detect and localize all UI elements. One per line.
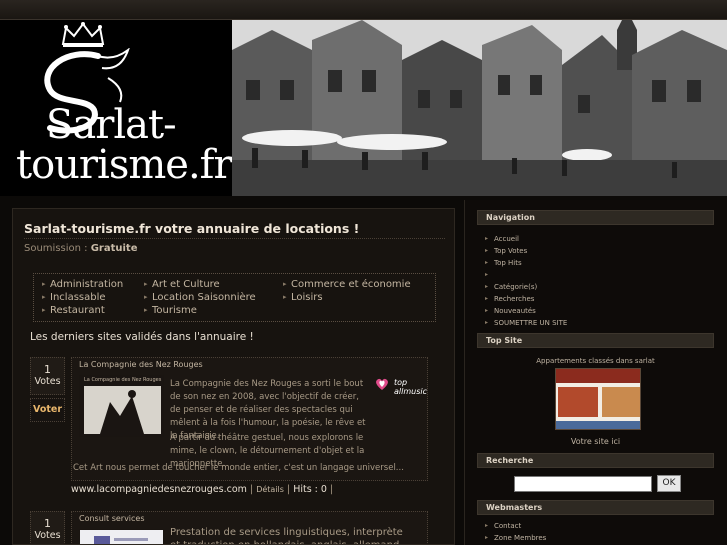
category-link[interactable]: Location Saisonnière bbox=[144, 292, 256, 303]
nav-item-home[interactable]: Accueil bbox=[485, 235, 519, 243]
navigation-heading: Navigation bbox=[477, 210, 714, 225]
town-square-illustration bbox=[232, 20, 727, 196]
vote-count: 1 bbox=[44, 517, 51, 530]
sidebar: Navigation Accueil Top Votes Top Hits Ca… bbox=[464, 200, 727, 545]
category-link[interactable]: Loisirs bbox=[283, 292, 323, 303]
category-link[interactable]: Inclassable bbox=[42, 292, 106, 303]
thumbnail-caption: La Compagnie des Nez Rouges bbox=[84, 377, 162, 383]
thumbnail-image bbox=[80, 376, 163, 436]
category-link[interactable]: Restaurant bbox=[42, 305, 105, 316]
vote-counter: 1 Votes bbox=[30, 357, 65, 395]
page-title: Sarlat-tourisme.fr votre annuaire de loc… bbox=[24, 221, 360, 236]
topsite-heading: Top Site bbox=[477, 333, 714, 348]
topsite-cta[interactable]: Votre site ici bbox=[477, 437, 714, 446]
main-content: Sarlat-tourisme.fr votre annuaire de loc… bbox=[12, 208, 455, 545]
listing-card: Consult services Prestation de services … bbox=[71, 511, 428, 544]
partner-badge[interactable]: top allmusic bbox=[374, 376, 428, 396]
site-logo[interactable]: Sarlat- tourisme.fr bbox=[0, 20, 233, 196]
vote-label: Votes bbox=[34, 376, 61, 387]
nav-item-categories[interactable]: Catégorie(s) bbox=[485, 283, 537, 291]
nav-item-search[interactable]: Recherches bbox=[485, 295, 534, 303]
category-list: Administration Art et Culture Commerce e… bbox=[33, 273, 436, 322]
submission-value: Gratuite bbox=[90, 243, 138, 254]
title-divider bbox=[24, 238, 445, 239]
listing-thumbnail[interactable]: La Compagnie des Nez Rouges bbox=[79, 375, 164, 437]
logo-text-line2: tourisme.fr bbox=[16, 142, 233, 188]
top-bar bbox=[0, 0, 727, 20]
listing-details-link[interactable]: Détails bbox=[256, 485, 284, 494]
listing-card: La Compagnie des Nez Rouges La Compagnie… bbox=[71, 357, 428, 481]
listing-title[interactable]: La Compagnie des Nez Rouges bbox=[79, 360, 203, 369]
topsite-banner[interactable] bbox=[555, 368, 641, 430]
listing-thumbnail[interactable] bbox=[79, 529, 164, 544]
vote-counter: 1 Votes bbox=[30, 511, 65, 544]
nav-item-top-hits[interactable]: Top Hits bbox=[485, 259, 522, 267]
site-banner: Sarlat- tourisme.fr bbox=[0, 20, 727, 196]
listing-title[interactable]: Consult services bbox=[79, 514, 145, 523]
search-button[interactable]: OK bbox=[657, 475, 681, 492]
badge-text: top allmusic bbox=[394, 378, 427, 396]
submission-label: Soumission : bbox=[24, 243, 88, 254]
submission-info: Soumission : Gratuite bbox=[24, 243, 138, 254]
listing-description: Cet Art nous permet de toucher le monde … bbox=[73, 463, 404, 473]
listing-url[interactable]: www.lacompagniedesnezrouges.com bbox=[71, 484, 247, 495]
category-link[interactable]: Commerce et économie bbox=[283, 279, 411, 290]
search-input[interactable] bbox=[514, 476, 652, 492]
category-link[interactable]: Administration bbox=[42, 279, 123, 290]
topsite-caption: Appartements classés dans sarlat bbox=[536, 357, 655, 365]
vote-button[interactable]: Voter bbox=[30, 398, 65, 422]
topsite-image bbox=[556, 369, 640, 429]
nav-item-submit-site[interactable]: SOUMETTRE UN SITE bbox=[485, 319, 567, 327]
nav-item-contact[interactable]: Contact bbox=[485, 522, 521, 530]
listing-link-row: www.lacompagniedesnezrouges.com | Détail… bbox=[71, 484, 334, 495]
vote-count: 1 bbox=[44, 363, 51, 376]
category-link[interactable]: Tourisme bbox=[144, 305, 197, 316]
nav-item-new[interactable]: Nouveautés bbox=[485, 307, 536, 315]
nav-item-top-votes[interactable]: Top Votes bbox=[485, 247, 527, 255]
webmasters-heading: Webmasters bbox=[477, 500, 714, 515]
listing-description: Prestation de services linguistiques, in… bbox=[170, 527, 403, 544]
listing-hits: Hits : 0 bbox=[293, 484, 327, 495]
latest-sites-heading: Les derniers sites validés dans l'annuai… bbox=[30, 331, 254, 343]
category-link[interactable]: Art et Culture bbox=[144, 279, 220, 290]
search-heading: Recherche bbox=[477, 453, 714, 468]
banner-photo bbox=[232, 20, 727, 196]
nav-item-members[interactable]: Zone Membres bbox=[485, 534, 546, 542]
thumbnail-image bbox=[80, 530, 163, 544]
crown-icon bbox=[61, 22, 105, 47]
vote-label: Votes bbox=[34, 530, 61, 541]
